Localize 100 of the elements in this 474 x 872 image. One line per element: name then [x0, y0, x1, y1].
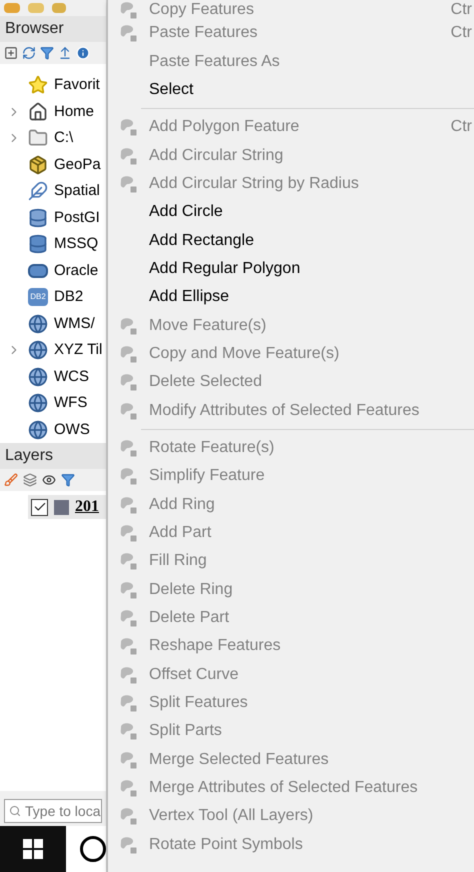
feature-tool-icon — [118, 636, 138, 656]
filter-icon[interactable] — [40, 46, 54, 60]
browser-tree-item[interactable]: WFS — [0, 390, 106, 416]
filter-icon[interactable] — [61, 473, 75, 487]
tree-item-label: XYZ Til — [54, 340, 102, 360]
feature-tool-icon — [118, 117, 138, 138]
brush-icon[interactable] — [4, 473, 18, 487]
menu-item[interactable]: Select — [108, 76, 474, 104]
feature-tool-icon — [118, 693, 138, 714]
menu-item[interactable]: Rotate Feature(s) — [108, 434, 474, 462]
tree-item-label: Spatial — [54, 181, 100, 201]
database-icon — [28, 208, 48, 228]
menu-item[interactable]: Simplify Feature — [108, 462, 474, 490]
tree-item-label: MSSQ — [54, 234, 98, 254]
menu-item[interactable]: Paste Features Ctr — [108, 19, 474, 48]
menu-item[interactable]: Add Circular String — [108, 141, 474, 170]
feature-tool-icon — [118, 372, 138, 392]
menu-item[interactable]: Fill Ring — [108, 547, 474, 576]
menu-item[interactable]: Delete Part — [108, 604, 474, 632]
tree-item-label: WMS/ — [54, 314, 95, 334]
feature-tool-icon — [118, 466, 138, 486]
menu-item[interactable]: Add Ring — [108, 490, 474, 519]
menu-item[interactable]: Add Rectangle — [108, 226, 474, 255]
feature-tool-icon — [118, 834, 138, 855]
tree-item-label: OWS — [54, 420, 90, 440]
menu-item[interactable]: Copy Features Ctr — [108, 0, 474, 19]
feature-tool-icon — [118, 721, 138, 742]
tree-item-label: GeoPa — [54, 154, 101, 174]
feature-tool-icon — [118, 806, 138, 826]
menu-item[interactable]: Add Circle — [108, 198, 474, 226]
feature-tool-icon — [118, 344, 138, 364]
browser-tree-item[interactable]: Favorit — [0, 72, 106, 98]
add-icon[interactable] — [4, 46, 18, 60]
feature-tool-icon — [118, 551, 138, 572]
folder-icon — [28, 128, 48, 148]
browser-tree-item[interactable]: Home — [0, 98, 106, 125]
menu-item[interactable]: Split Features — [108, 688, 474, 718]
menu-item[interactable]: Split Parts — [108, 717, 474, 746]
globe-icon — [28, 340, 48, 360]
tree-item-label: WFS — [54, 393, 88, 413]
layers-icon[interactable] — [23, 473, 37, 487]
menu-item[interactable]: Add Regular Polygon — [108, 254, 474, 284]
browser-tree-item[interactable]: OWS — [0, 416, 106, 443]
tree-item-label: Home — [54, 102, 94, 122]
feature-tool-icon — [118, 608, 138, 628]
feature-tool-icon — [118, 580, 138, 600]
start-button[interactable] — [0, 826, 66, 872]
browser-tree-item[interactable]: DB2 DB2 — [0, 284, 106, 310]
feature-tool-icon — [118, 494, 138, 515]
menu-item[interactable]: Merge Attributes of Selected Features — [108, 774, 474, 802]
feature-tool-icon — [118, 174, 138, 194]
tree-item-label: C:\ — [54, 128, 74, 148]
browser-tree-item[interactable]: Oracle — [0, 258, 106, 284]
feature-tool-icon — [118, 316, 138, 336]
globe-icon — [28, 314, 48, 334]
menu-item[interactable]: Rotate Point Symbols — [108, 830, 474, 859]
menu-item[interactable]: Reshape Features — [108, 632, 474, 661]
menu-item[interactable]: Add Polygon Feature Ctr — [108, 113, 474, 142]
menu-item[interactable]: Paste Features As — [108, 47, 474, 76]
browser-tree-item[interactable]: GeoPa — [0, 152, 106, 178]
browser-tree-item[interactable]: MSSQ — [0, 231, 106, 258]
menu-item[interactable]: Vertex Tool (All Layers) — [108, 802, 474, 831]
shortcut-text: Ctr — [450, 117, 473, 138]
tree-item-label: WCS — [54, 366, 89, 386]
info-icon[interactable] — [76, 46, 90, 60]
browser-tree-item[interactable]: XYZ Til — [0, 337, 106, 364]
menu-item[interactable]: Offset Curve — [108, 660, 474, 689]
shortcut-text: Ctr — [450, 0, 473, 20]
feature-tool-icon — [118, 23, 138, 44]
feature-tool-icon — [118, 664, 138, 685]
browser-tree-item[interactable]: C:\ — [0, 125, 106, 152]
database-icon — [28, 234, 48, 254]
search-icon — [9, 805, 21, 817]
panel-title: Browser — [0, 16, 106, 42]
menu-item[interactable]: Add Circular String by Radius — [108, 170, 474, 198]
eye-icon[interactable] — [42, 473, 56, 487]
menu-item[interactable]: Delete Ring — [108, 576, 474, 604]
browser-tree-item[interactable]: WMS/ — [0, 310, 106, 337]
browser-tree-item[interactable]: Spatial — [0, 178, 106, 204]
feature-tool-icon — [118, 523, 138, 544]
browser-tree-item[interactable]: PostGI — [0, 204, 106, 231]
menu-item[interactable]: Add Ellipse — [108, 283, 474, 312]
feature-tool-icon — [118, 778, 138, 798]
tree-item-label: DB2 — [54, 287, 84, 307]
locator-search-field[interactable]: Type to loca — [4, 799, 102, 823]
shortcut-text: Ctr — [450, 23, 473, 44]
database-badge-icon: DB2 — [28, 288, 48, 306]
feature-tool-icon — [118, 146, 138, 166]
layer-checkbox[interactable] — [31, 498, 48, 516]
menu-item[interactable]: Modify Attributes of Selected Features — [108, 396, 474, 425]
menu-item[interactable]: Copy and Move Feature(s) — [108, 340, 474, 368]
browser-tree-item[interactable]: WCS — [0, 364, 106, 390]
menu-item[interactable]: Move Feature(s) — [108, 311, 474, 340]
menu-item[interactable]: Delete Selected — [108, 368, 474, 396]
refresh-icon[interactable] — [22, 46, 36, 60]
windows-logo-icon — [23, 839, 43, 859]
collapse-icon[interactable] — [58, 46, 72, 60]
menu-item[interactable]: Merge Selected Features — [108, 746, 474, 774]
tree-item-label: Oracle — [54, 260, 98, 280]
menu-item[interactable]: Add Part — [108, 518, 474, 548]
